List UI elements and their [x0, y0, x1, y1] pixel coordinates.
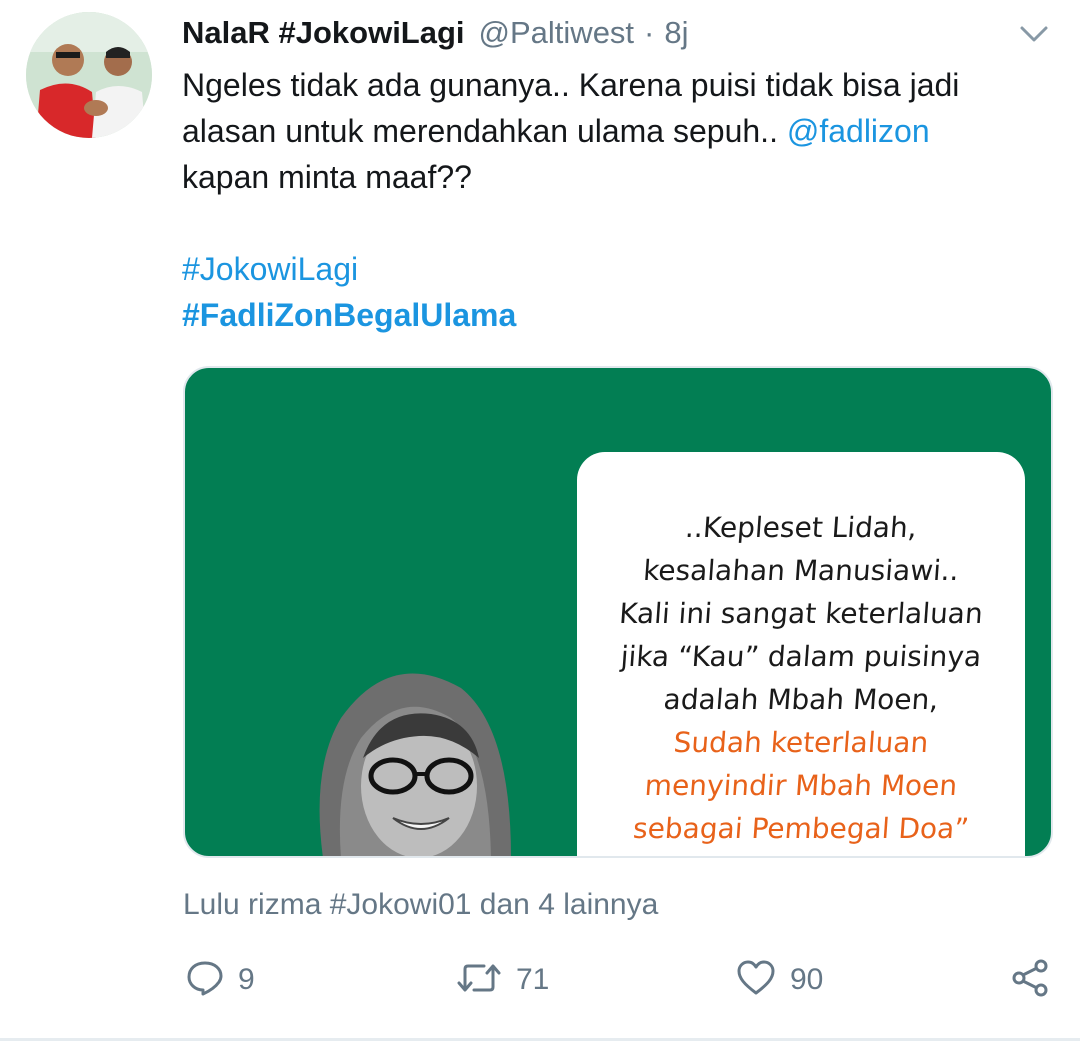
quote-line-highlight: menyindir Mbah Moen	[643, 769, 959, 802]
quote-line: kesalahan Manusiawi..	[642, 554, 960, 587]
quote-line: adalah Mbah Moen,	[662, 683, 940, 716]
tweet-text-line: alasan untuk merendahkan ulama sepuh.. @…	[182, 108, 1062, 154]
liked-by-text[interactable]: Lulu rizma #Jokowi01 dan 4 lainnya	[183, 888, 658, 922]
retweet-count: 71	[516, 963, 550, 996]
quote-line: jika “Kau” dalam puisinya	[619, 640, 983, 673]
user-handle[interactable]: @Paltiwest	[479, 15, 635, 51]
reply-button[interactable]: 9	[186, 955, 255, 1005]
share-icon	[1010, 958, 1050, 1003]
reply-icon	[186, 959, 224, 1002]
quote-line-highlight: Sudah keterlaluan	[672, 726, 930, 759]
tweet-header: NalaR #JokowiLagi @Paltiwest · 8j	[182, 13, 689, 53]
like-count: 90	[790, 963, 824, 996]
quote-card: ..Kepleset Lidah, kesalahan Manusiawi.. …	[577, 452, 1025, 856]
display-name[interactable]: NalaR #JokowiLagi	[182, 15, 465, 51]
share-button[interactable]	[1010, 955, 1050, 1005]
quote-line: ..Kepleset Lidah,	[684, 511, 918, 544]
tweet-time[interactable]: 8j	[664, 15, 688, 51]
avatar[interactable]	[26, 12, 152, 138]
hashtag-link[interactable]: #JokowiLagi	[182, 246, 1062, 292]
portrait-photo	[301, 658, 541, 856]
tweet-actions: 9 71 90	[0, 955, 1080, 1005]
like-icon	[736, 959, 776, 1002]
tweet-text-fragment: alasan untuk merendahkan ulama sepuh..	[182, 113, 787, 149]
like-button[interactable]: 90	[736, 955, 823, 1005]
tweet-media-image[interactable]: ..Kepleset Lidah, kesalahan Manusiawi.. …	[183, 366, 1053, 858]
hashtag-link[interactable]: #FadliZonBegalUlama	[182, 292, 1062, 338]
retweet-button[interactable]: 71	[456, 955, 549, 1005]
tweet-text-line: kapan minta maaf??	[182, 159, 472, 195]
quote-line: Kali ini sangat keterlaluan	[618, 597, 984, 630]
mention-link[interactable]: @fadlizon	[787, 113, 930, 149]
tweet-text: Ngeles tidak ada gunanya.. Karena puisi …	[182, 62, 1062, 338]
separator: ·	[644, 15, 655, 50]
retweet-icon	[456, 959, 502, 1002]
tweet-text-line: Ngeles tidak ada gunanya.. Karena puisi …	[182, 67, 960, 103]
chevron-down-icon[interactable]	[1018, 20, 1050, 48]
quote-line-highlight: sebagai Pembegal Doa”	[631, 812, 971, 845]
reply-count: 9	[238, 963, 255, 996]
